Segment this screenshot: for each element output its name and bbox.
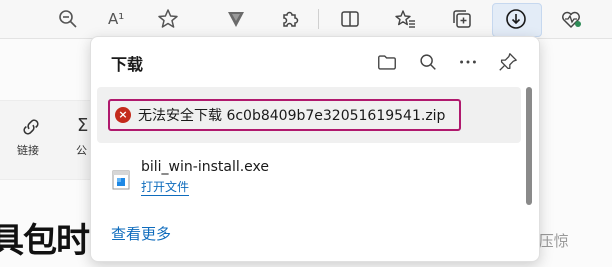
more-options-icon[interactable]	[457, 51, 479, 73]
toolbar-separator	[318, 9, 319, 29]
link-label[interactable]: 链接	[17, 142, 39, 158]
formula-label[interactable]: 公	[76, 142, 87, 158]
favorites-list-icon[interactable]	[394, 7, 418, 31]
downloads-icon[interactable]	[504, 7, 528, 31]
download-item-filename[interactable]: bili_win-install.exe	[141, 159, 269, 175]
search-icon[interactable]	[417, 51, 439, 73]
formula-icon[interactable]: Σ	[77, 115, 88, 136]
pin-icon[interactable]	[497, 51, 519, 73]
download-item-status-text: 无法安全下载 6c0b8409b7e32051619541.zip	[138, 108, 446, 124]
split-screen-icon[interactable]	[338, 7, 362, 31]
open-file-link[interactable]: 打开文件	[141, 180, 190, 196]
page-heading: 具包时	[0, 221, 90, 261]
downloads-panel: 下载 × 无法安全下载 6c0b8409b7e32051619541.zip b…	[90, 36, 540, 262]
page-toolstrip	[0, 100, 100, 180]
extensions-puzzle-icon[interactable]	[278, 7, 302, 31]
browser-toolbar: A¹	[0, 0, 612, 39]
zoom-out-icon[interactable]	[56, 7, 80, 31]
link-icon[interactable]	[20, 116, 42, 138]
scrollbar-thumb[interactable]	[526, 87, 532, 205]
error-icon: ×	[115, 107, 131, 123]
exe-file-icon	[112, 170, 130, 190]
see-more-link[interactable]: 查看更多	[111, 223, 171, 244]
panel-title: 下载	[111, 55, 144, 74]
favorite-star-icon[interactable]	[156, 7, 180, 31]
browser-essentials-icon[interactable]	[559, 7, 583, 31]
vivaldi-extension-icon[interactable]	[224, 7, 248, 31]
collections-icon[interactable]	[450, 7, 474, 31]
read-aloud-icon[interactable]: A¹	[108, 7, 132, 31]
open-folder-icon[interactable]	[376, 51, 398, 73]
